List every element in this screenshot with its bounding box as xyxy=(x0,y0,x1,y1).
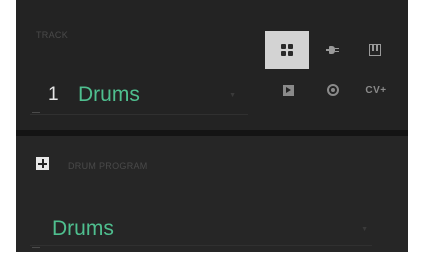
track-label: TRACK xyxy=(36,30,69,40)
chevron-down-icon: ▼ xyxy=(361,226,368,233)
plus-icon xyxy=(38,159,47,168)
keygroup-track-type-button[interactable] xyxy=(359,34,391,66)
program-section: DRUM PROGRAM Drums ▼ xyxy=(16,136,408,252)
program-field-marker xyxy=(32,247,40,248)
keys-icon xyxy=(369,44,381,56)
audio-track-type-button[interactable] xyxy=(317,74,349,106)
track-number: 1 xyxy=(48,84,59,105)
clip-track-type-button[interactable] xyxy=(272,74,304,106)
track-section: TRACK 1 Drums ▼ CV+ xyxy=(16,0,408,130)
program-name: Drums xyxy=(52,217,114,240)
track-selector[interactable]: 1 Drums ▼ xyxy=(30,76,248,115)
plug-icon xyxy=(326,45,340,55)
program-label: DRUM PROGRAM xyxy=(68,161,148,171)
cv-label: CV+ xyxy=(365,84,387,96)
drum-track-type-button[interactable] xyxy=(265,31,309,69)
cv-track-type-button[interactable]: CV+ xyxy=(357,74,395,106)
program-selector[interactable]: Drums ▼ xyxy=(30,209,372,246)
plugin-track-type-button[interactable] xyxy=(317,34,349,66)
audio-icon xyxy=(327,84,339,96)
track-settings-panel: TRACK 1 Drums ▼ CV+ DRUM PROGRAM Drums ▼ xyxy=(16,0,408,252)
chevron-down-icon: ▼ xyxy=(229,92,236,99)
clip-icon xyxy=(282,84,294,96)
track-field-marker xyxy=(32,112,40,113)
grid-icon xyxy=(281,44,293,56)
track-name: Drums xyxy=(78,83,140,106)
add-program-button[interactable] xyxy=(36,157,49,170)
